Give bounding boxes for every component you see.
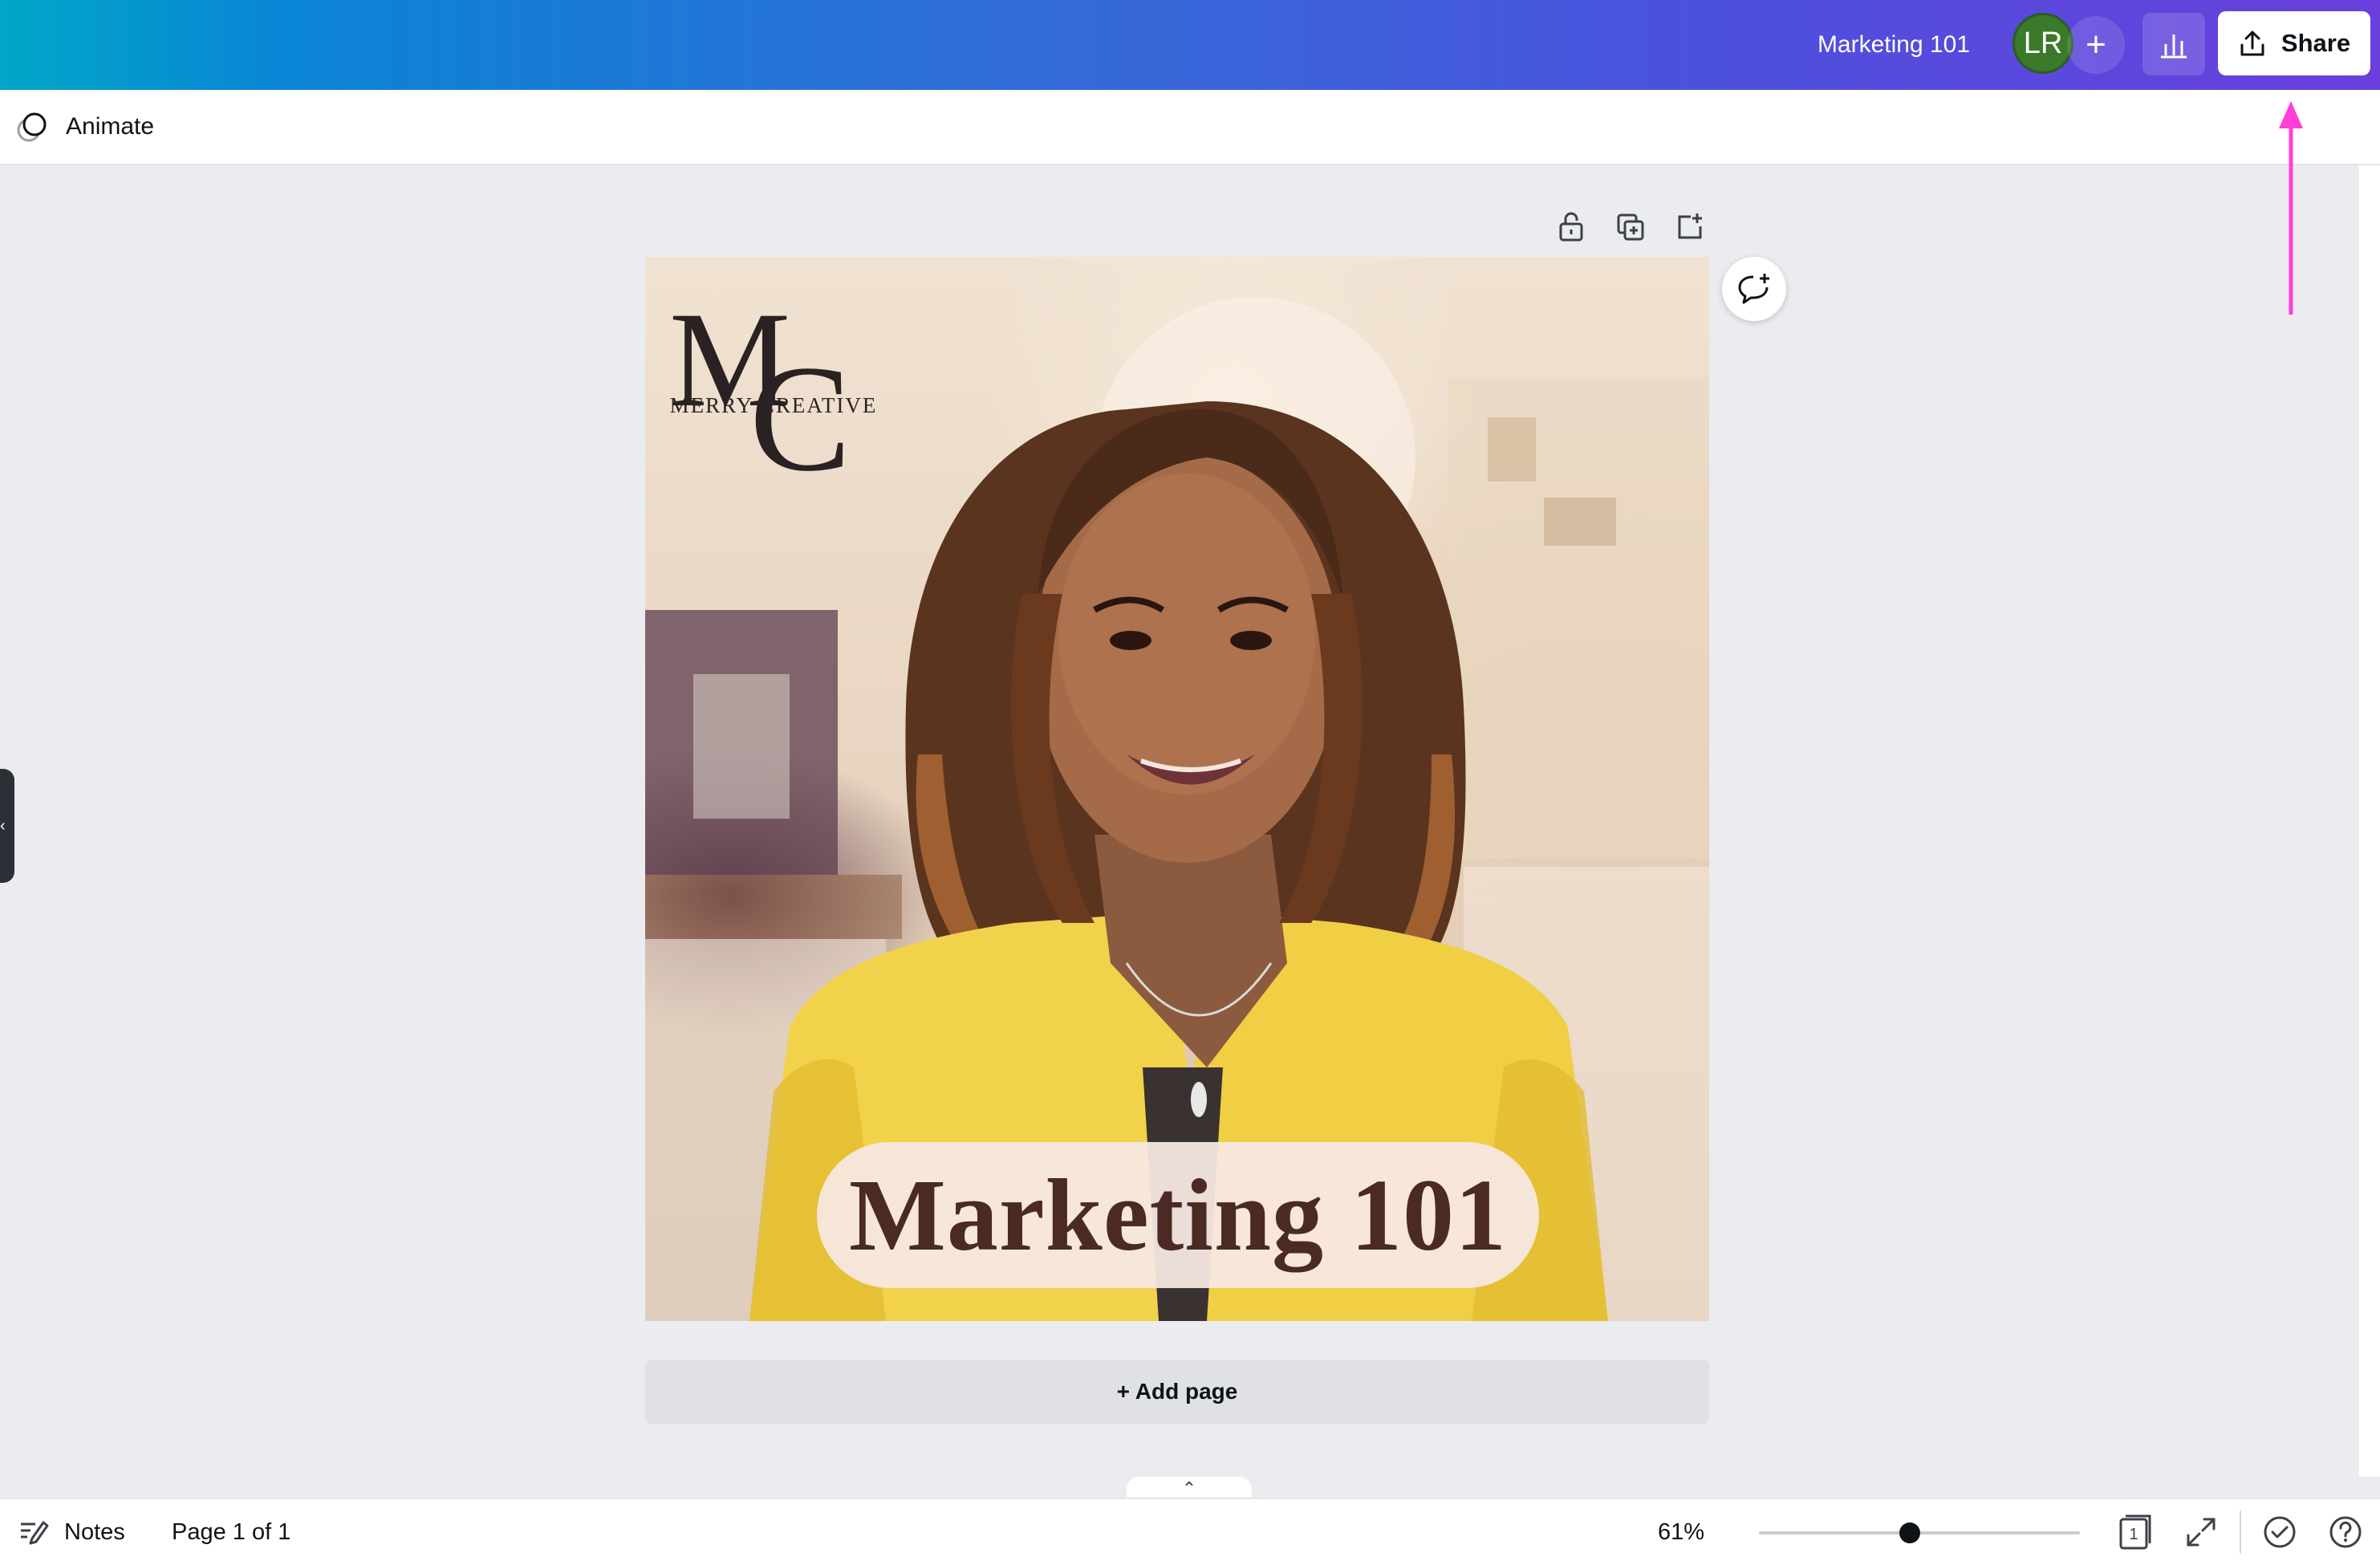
- help-button[interactable]: [2322, 1509, 2369, 1555]
- check-design-button[interactable]: [2256, 1509, 2303, 1555]
- add-comment-button[interactable]: [1722, 257, 1786, 321]
- chevron-left-icon: ‹: [0, 816, 6, 835]
- notes-label: Notes: [64, 1518, 125, 1545]
- share-button[interactable]: Share: [2218, 11, 2370, 75]
- headline-textbox[interactable]: Marketing 101: [817, 1142, 1539, 1288]
- chevron-up-icon: ⌃: [1181, 1478, 1197, 1498]
- share-label: Share: [2280, 29, 2351, 57]
- user-avatar[interactable]: LR: [2012, 13, 2073, 74]
- animate-button[interactable]: Animate: [14, 90, 154, 164]
- headline-text: Marketing 101: [849, 1157, 1507, 1272]
- fullscreen-button[interactable]: [2178, 1509, 2224, 1555]
- lock-page-button[interactable]: [1553, 207, 1589, 247]
- annotation-arrow-icon: [2279, 101, 2303, 315]
- upload-icon: [2240, 30, 2264, 56]
- side-panel-toggle[interactable]: ‹: [0, 769, 14, 883]
- animate-label: Animate: [66, 113, 155, 140]
- document-title[interactable]: Marketing 101: [1797, 0, 1990, 90]
- mc-monogram-icon: M C: [669, 284, 851, 503]
- lock-icon: [1559, 212, 1583, 242]
- check-circle-icon: [2264, 1516, 2296, 1548]
- animate-icon: [17, 112, 47, 142]
- insights-button[interactable]: [2142, 13, 2205, 75]
- add-collaborator-button[interactable]: +: [2067, 16, 2125, 74]
- vertical-scrollbar[interactable]: [2359, 165, 2380, 1477]
- help-icon: [2329, 1516, 2362, 1548]
- add-page-icon: [1678, 213, 1702, 239]
- notes-button[interactable]: Notes: [18, 1499, 125, 1565]
- zoom-percentage[interactable]: 61%: [1658, 1499, 1704, 1565]
- add-page-button[interactable]: + Add page: [645, 1360, 1709, 1424]
- page-indicator: Page 1 of 1: [172, 1518, 291, 1545]
- notes-pencil-icon: [21, 1521, 49, 1545]
- top-bar: Marketing 101 LR + Share: [0, 0, 2380, 90]
- add-page-after-button[interactable]: [1672, 207, 1708, 247]
- pages-icon: 1: [2119, 1514, 2151, 1550]
- bar-chart-icon: [2161, 35, 2187, 59]
- duplicate-page-button[interactable]: [1613, 207, 1648, 247]
- page-grid-button[interactable]: 1: [2112, 1509, 2159, 1555]
- logo-wordmark: MERRY CREATIVE: [669, 393, 878, 417]
- design-page[interactable]: M C MERRY CREATIVE Marketing 101: [645, 257, 1709, 1321]
- comment-plus-icon: [1738, 274, 1769, 304]
- bottom-bar: Notes Page 1 of 1 61% 1: [0, 1498, 2380, 1565]
- zoom-slider[interactable]: [1759, 1522, 2080, 1543]
- page-grid-count: 1: [2129, 1526, 2138, 1543]
- zoom-thumb[interactable]: [1899, 1522, 1920, 1543]
- toolbar-divider: [2240, 1510, 2241, 1554]
- page-tools: [1553, 207, 1708, 247]
- duplicate-icon: [1617, 213, 1644, 241]
- brand-logo: M C MERRY CREATIVE: [669, 284, 878, 503]
- expand-icon: [2187, 1518, 2216, 1547]
- editor-toolbar: Animate: [0, 90, 2380, 165]
